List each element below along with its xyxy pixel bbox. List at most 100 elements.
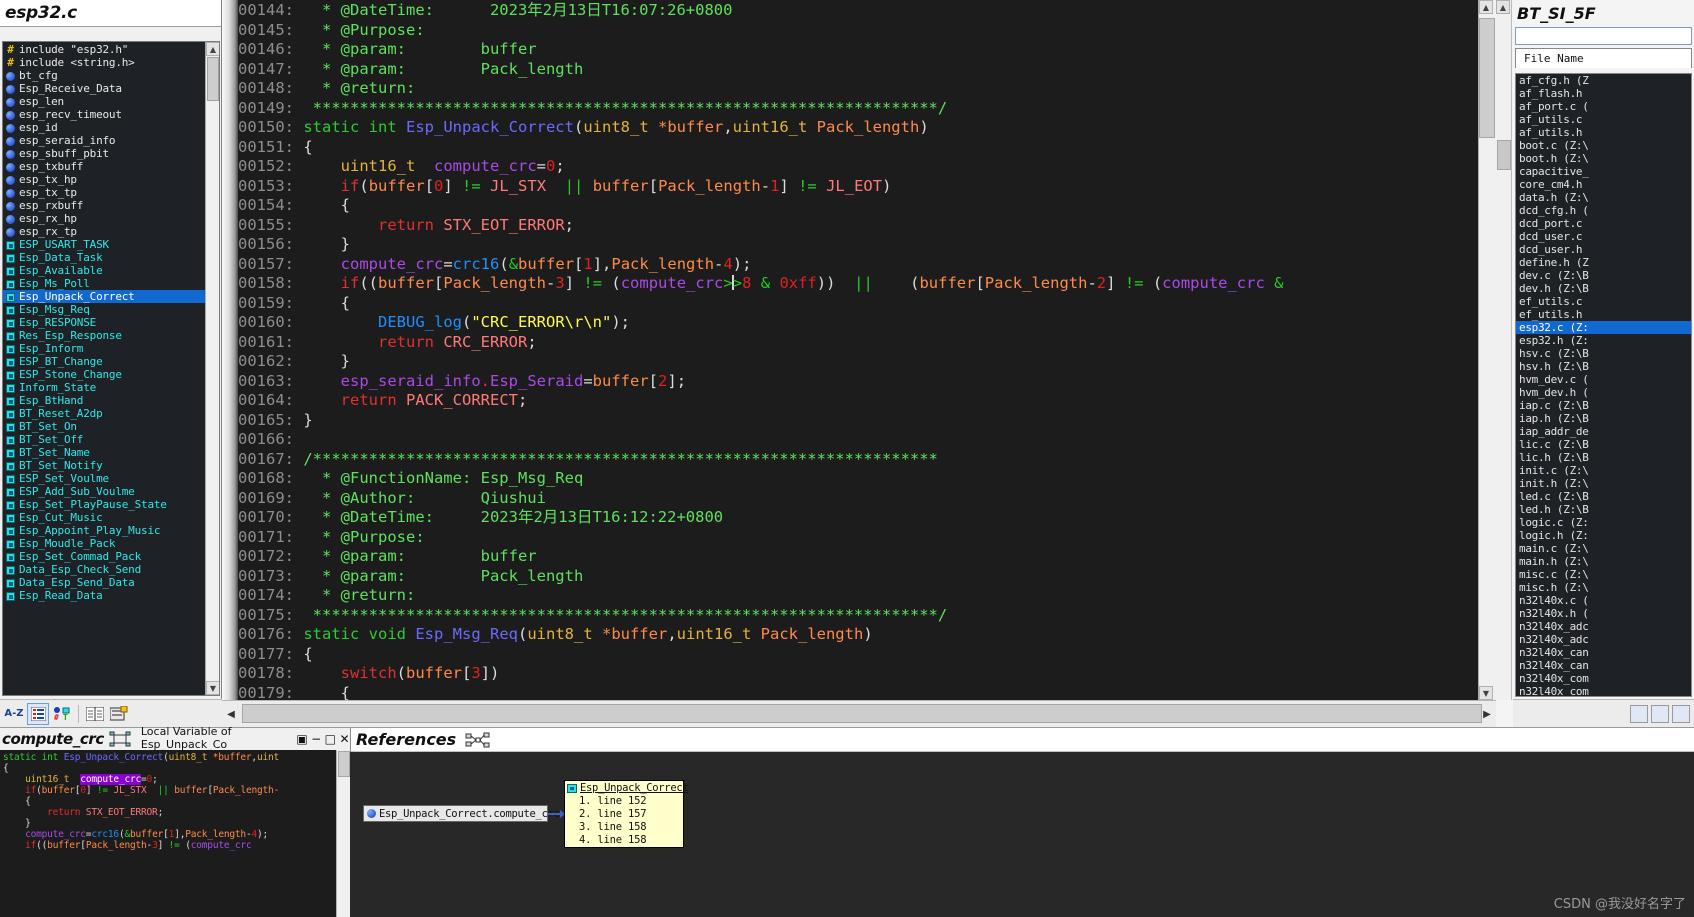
reference-line-item[interactable]: 3. line 158 — [565, 821, 683, 834]
code-line[interactable]: 00172: * @param: buffer — [238, 547, 1478, 567]
scroll-up-icon[interactable]: ▲ — [206, 42, 219, 56]
symbol-list-item[interactable]: Esp_Msg_Req — [3, 303, 205, 316]
file-list-item[interactable]: capacitive_ — [1516, 165, 1691, 178]
code-line[interactable]: 00168: * @FunctionName: Esp_Msg_Req — [238, 469, 1478, 489]
file-list-item[interactable]: define.h (Z — [1516, 256, 1691, 269]
file-list-item[interactable]: hsv.c (Z:\B — [1516, 347, 1691, 360]
file-list-item[interactable]: n32l40x_com — [1516, 672, 1691, 685]
references-graph-canvas[interactable]: Esp_Unpack_Correct.compute_crc Esp_Unpac… — [350, 752, 1694, 917]
file-list-item[interactable]: n32l40x_com — [1516, 685, 1691, 696]
symbol-list-item[interactable]: Data_Esp_Send_Data — [3, 576, 205, 589]
reference-tooltip[interactable]: Esp_Unpack_Correct 1. line 152 2. line 15… — [564, 780, 689, 848]
file-list-item[interactable]: hsv.h (Z:\B — [1516, 360, 1691, 373]
symbol-list-item[interactable]: ESP_Add_Sub_Voulme — [3, 485, 205, 498]
symbol-list-item[interactable]: esp_seraid_info — [3, 134, 205, 147]
local-variable-scrollbar-thumb[interactable] — [338, 751, 350, 777]
code-line[interactable]: 00156: } — [238, 235, 1478, 255]
code-line[interactable]: 00161: return CRC_ERROR; — [238, 333, 1478, 353]
code-text-area[interactable]: 00144: * @DateTime: 2023年2月13日T16:07:26+… — [238, 0, 1478, 700]
code-line[interactable]: 00144: * @DateTime: 2023年2月13日T16:07:26+… — [238, 1, 1478, 21]
editor-scroll-up-icon[interactable]: ▲ — [1479, 0, 1493, 14]
properties-button[interactable] — [108, 703, 130, 725]
file-list-item[interactable]: n32l40x.h ( — [1516, 607, 1691, 620]
editor-scroll-down-icon[interactable]: ▼ — [1479, 686, 1493, 700]
file-list-item[interactable]: logic.c (Z: — [1516, 516, 1691, 529]
scroll-down-icon[interactable]: ▼ — [206, 681, 219, 695]
code-line[interactable]: 00154: { — [238, 196, 1478, 216]
file-list-item[interactable]: lic.c (Z:\B — [1516, 438, 1691, 451]
file-list-item[interactable]: misc.h (Z:\ — [1516, 581, 1691, 594]
file-list-item[interactable]: n32l40x_adc — [1516, 633, 1691, 646]
code-line[interactable]: 00170: * @DateTime: 2023年2月13日T16:12:22+… — [238, 508, 1478, 528]
restore-button-icon[interactable]: ▣ — [296, 732, 307, 746]
file-list-item[interactable]: core_cm4.h — [1516, 178, 1691, 191]
file-list-item[interactable]: dcd_user.c — [1516, 230, 1691, 243]
code-line[interactable]: 00167: /********************************… — [238, 450, 1478, 470]
file-list-item[interactable]: dev.h (Z:\B — [1516, 282, 1691, 295]
symbol-list-item[interactable]: Inform_State — [3, 381, 205, 394]
symbol-list-item[interactable]: Esp_Appoint_Play_Music — [3, 524, 205, 537]
symbol-list-item[interactable]: esp_id — [3, 121, 205, 134]
book-button[interactable] — [84, 703, 106, 725]
code-line[interactable]: 00150: static int Esp_Unpack_Correct(uin… — [238, 118, 1478, 138]
file-list-item[interactable]: data.h (Z:\ — [1516, 191, 1691, 204]
file-list-item[interactable]: iap.h (Z:\B — [1516, 412, 1691, 425]
maximize-button-icon[interactable]: □ — [325, 732, 336, 746]
symbol-list-item[interactable]: esp_sbuff_pbit — [3, 147, 205, 160]
scrollbar-thumb[interactable] — [207, 57, 219, 101]
code-line[interactable]: 00163: esp_seraid_info.Esp_Seraid=buffer… — [238, 372, 1478, 392]
code-line[interactable]: 00153: if(buffer[0] != JL_STX || buffer[… — [238, 177, 1478, 197]
group-view-button[interactable]: # T — [51, 703, 73, 725]
symbol-list-item[interactable]: bt_cfg — [3, 69, 205, 82]
code-line[interactable]: 00146: * @param: buffer — [238, 40, 1478, 60]
code-line[interactable]: 00147: * @param: Pack_length — [238, 60, 1478, 80]
editor-scroll-left-icon[interactable]: ◀ — [222, 704, 240, 725]
graph-view-icon[interactable] — [109, 731, 131, 747]
file-list-item[interactable]: af_cfg.h (Z — [1516, 74, 1691, 87]
symbol-list-item[interactable]: Esp_Cut_Music — [3, 511, 205, 524]
file-list[interactable]: af_cfg.h (Z af_flash.h af_port.c (af_utils… — [1515, 73, 1692, 697]
symbol-list-item[interactable]: BT_Set_Name — [3, 446, 205, 459]
code-line[interactable]: 00178: switch(buffer[3]) — [238, 664, 1478, 684]
outer-scroll-up-icon[interactable]: ▲ — [1496, 0, 1510, 14]
symbol-list-item[interactable]: Esp_Set_PlayPause_State — [3, 498, 205, 511]
code-editor[interactable]: 00144: * @DateTime: 2023年2月13日T16:07:26+… — [222, 0, 1496, 727]
symbol-list-item[interactable]: Esp_Available — [3, 264, 205, 277]
code-line[interactable]: 00179: { — [238, 684, 1478, 701]
symbol-list-item[interactable]: Res_Esp_Response — [3, 329, 205, 342]
file-search-input[interactable] — [1515, 27, 1692, 45]
file-list-item[interactable]: init.c (Z:\ — [1516, 464, 1691, 477]
symbol-list-item[interactable]: ESP_Set_Voulme — [3, 472, 205, 485]
code-line[interactable]: 00177: { — [238, 645, 1478, 665]
file-list-item[interactable]: hvm_dev.c ( — [1516, 373, 1691, 386]
file-list-item[interactable]: n32l40x_can — [1516, 646, 1691, 659]
symbol-list-item[interactable]: esp_rxbuff — [3, 199, 205, 212]
file-list-item[interactable]: boot.c (Z:\ — [1516, 139, 1691, 152]
symbol-list-item[interactable]: esp_txbuff — [3, 160, 205, 173]
file-list-item[interactable]: dcd_cfg.h ( — [1516, 204, 1691, 217]
minimize-button-icon[interactable]: − — [311, 732, 322, 746]
symbol-list-item[interactable]: Data_Esp_Check_Send — [3, 563, 205, 576]
code-line[interactable]: 00162: } — [238, 352, 1478, 372]
file-list-item[interactable]: esp32.h (Z: — [1516, 334, 1691, 347]
symbol-list-item[interactable]: # include "esp32.h" — [3, 43, 205, 56]
editor-vertical-scrollbar[interactable]: ▲ ▼ — [1478, 0, 1496, 700]
code-line[interactable]: 00174: * @return: — [238, 586, 1478, 606]
symbol-list-scrollbar[interactable]: ▲ ▼ — [205, 42, 219, 695]
file-list-item[interactable]: iap.c (Z:\B — [1516, 399, 1691, 412]
editor-horizontal-scrollbar[interactable]: ◀ ▶ — [222, 700, 1496, 727]
symbol-list-item[interactable]: Esp_RESPONSE — [3, 316, 205, 329]
symbol-list-item[interactable]: Esp_Receive_Data — [3, 82, 205, 95]
outer-scrollbar-thumb[interactable] — [1497, 140, 1511, 170]
file-list-item[interactable]: esp32.c (Z: — [1516, 321, 1691, 334]
file-list-item[interactable]: boot.h (Z:\ — [1516, 152, 1691, 165]
file-list-item[interactable]: dev.c (Z:\B — [1516, 269, 1691, 282]
symbol-list-item[interactable]: BT_Set_Off — [3, 433, 205, 446]
reference-node[interactable]: Esp_Unpack_Correct.compute_crc — [363, 805, 560, 822]
code-line[interactable]: 00149: *********************************… — [238, 99, 1478, 119]
sort-az-button[interactable]: A-Z — [3, 703, 25, 725]
code-line[interactable]: 00157: compute_crc=crc16(&buffer[1],Pack… — [238, 255, 1478, 275]
code-line[interactable]: 00166: — [238, 430, 1478, 450]
file-list-item[interactable]: led.c (Z:\B — [1516, 490, 1691, 503]
code-line[interactable]: 00160: DEBUG_log("CRC_ERROR\r\n"); — [238, 313, 1478, 333]
